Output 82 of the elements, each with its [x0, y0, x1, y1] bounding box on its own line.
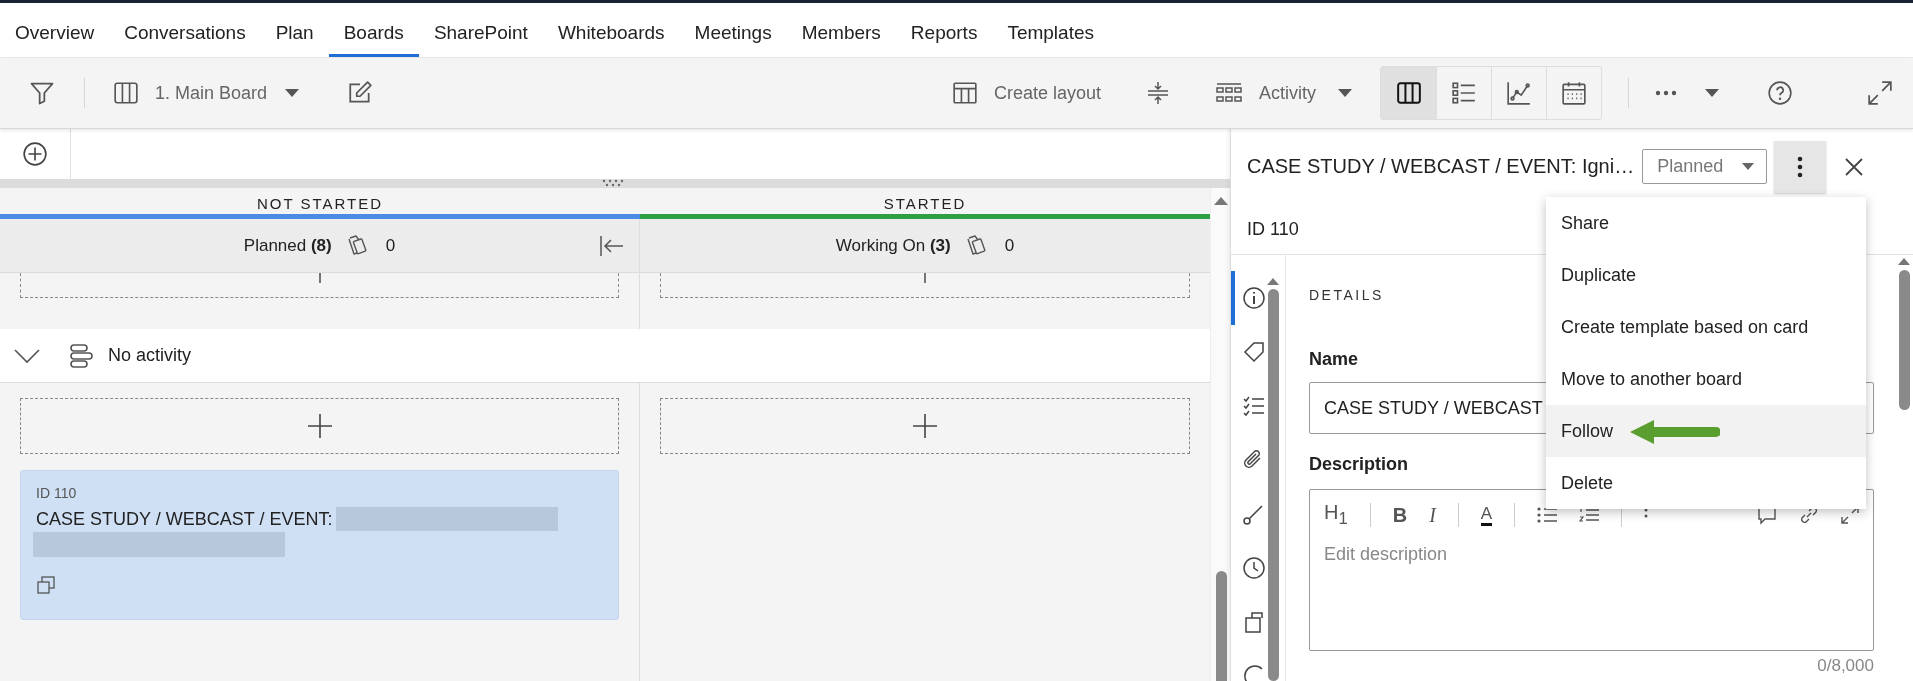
character-count: 0/8,000: [1817, 656, 1874, 676]
caret-icon: [1742, 163, 1755, 170]
italic-button[interactable]: I: [1429, 503, 1436, 527]
scrollbar-thumb[interactable]: [1898, 270, 1910, 410]
text-color-button[interactable]: A: [1480, 504, 1493, 526]
group-by-select[interactable]: Activity: [1215, 81, 1352, 105]
status-dropdown[interactable]: Planned: [1642, 149, 1768, 184]
description-placeholder: Edit description: [1324, 544, 1449, 565]
box-icon: [1242, 610, 1266, 634]
expand-icon[interactable]: [1867, 80, 1893, 106]
menu-item[interactable]: Duplicate: [1546, 249, 1866, 301]
create-layout-button[interactable]: Create layout: [951, 80, 1101, 106]
scroll-up-icon[interactable]: [1266, 277, 1280, 286]
board-view-button[interactable]: [1381, 67, 1436, 119]
menu-item[interactable]: Follow: [1546, 405, 1866, 457]
stack-icon: [36, 575, 56, 595]
activity-icon: [68, 342, 94, 369]
checklist-icon: [1242, 394, 1266, 418]
caret-icon: [285, 89, 300, 97]
nav-tab[interactable]: Conversations: [109, 3, 261, 57]
edit-icon[interactable]: [347, 80, 374, 106]
section-heading: DETAILS: [1309, 287, 1384, 303]
dots-icon: [1655, 90, 1677, 96]
scroll-up-icon[interactable]: [1212, 196, 1229, 206]
menu-item[interactable]: Move to another board: [1546, 353, 1866, 405]
plus-icon: [318, 273, 321, 283]
calendar-icon: [1561, 80, 1587, 106]
bold-button[interactable]: B: [1392, 503, 1408, 527]
connector-icon: [1242, 502, 1266, 526]
card-id: ID 110: [36, 485, 77, 501]
kebab-icon: [1797, 155, 1804, 178]
field-label: Name: [1309, 349, 1359, 370]
chevron-icon[interactable]: [14, 347, 40, 364]
help-icon[interactable]: [1767, 80, 1793, 106]
columns-icon: [113, 80, 139, 106]
caret-icon: [1338, 89, 1352, 97]
collapse-rows-icon[interactable]: [1147, 81, 1169, 105]
menu-item[interactable]: Share: [1546, 197, 1866, 249]
close-icon[interactable]: [1844, 156, 1865, 177]
stage-label: NOT STARTED: [256, 195, 384, 212]
card-id: ID 110: [1247, 218, 1299, 240]
swimlane-label: No activity: [108, 345, 192, 366]
column-title: Working On (3): [835, 235, 951, 256]
board-select[interactable]: 1. Main Board: [113, 80, 300, 106]
add-icon[interactable]: [22, 141, 48, 167]
caret-icon: [1705, 89, 1719, 97]
nav-tab[interactable]: SharePoint: [418, 3, 543, 57]
plus-icon: [307, 414, 332, 438]
plus-icon: [913, 414, 937, 438]
nav-tab[interactable]: Meetings: [679, 3, 787, 57]
scroll-up-icon[interactable]: [1897, 257, 1911, 266]
line-chart-icon: [1506, 80, 1532, 106]
scrollbar-thumb[interactable]: [1216, 571, 1227, 681]
expand-icon[interactable]: [1841, 506, 1859, 524]
drag-handle-icon[interactable]: [602, 179, 624, 187]
nav-tab[interactable]: Overview: [0, 3, 110, 57]
menu-item[interactable]: Create template based on card: [1546, 301, 1866, 353]
collapse-column-icon[interactable]: [599, 234, 625, 258]
nav-tab[interactable]: Templates: [992, 3, 1109, 57]
nav-tab[interactable]: Reports: [895, 3, 993, 57]
field-label: Description: [1309, 454, 1409, 475]
card[interactable]: ID 110 CASE STUDY / WEBCAST / EVENT:: [20, 470, 619, 620]
heading-button[interactable]: H$_{1}$: [1324, 501, 1348, 529]
nav-tab[interactable]: Members: [786, 3, 896, 57]
numbered-list-icon[interactable]: [1579, 506, 1600, 524]
nav-tab[interactable]: Plan: [260, 3, 329, 57]
info-icon: [1242, 286, 1266, 310]
more-menu-button[interactable]: [1655, 89, 1719, 97]
clock-icon: [1242, 556, 1266, 580]
table-icon: [951, 80, 978, 106]
grid-icon: [1215, 81, 1243, 105]
card-title: CASE STUDY / WEBCAST / EVENT:: [36, 508, 333, 530]
card-title-heading: CASE STUDY / WEBCAST / EVENT: Igni…: [1247, 155, 1635, 178]
scrollbar-thumb[interactable]: [1267, 289, 1279, 681]
list-icon: [1451, 80, 1477, 106]
card-count: 0: [1004, 235, 1015, 256]
columns-icon: [1395, 80, 1422, 106]
stage-label: STARTED: [883, 195, 967, 212]
card-count: 0: [385, 235, 396, 256]
tag-icon: [1242, 340, 1266, 364]
nav-tab[interactable]: Whiteboards: [542, 3, 680, 57]
column-title: Planned (8): [243, 235, 332, 256]
